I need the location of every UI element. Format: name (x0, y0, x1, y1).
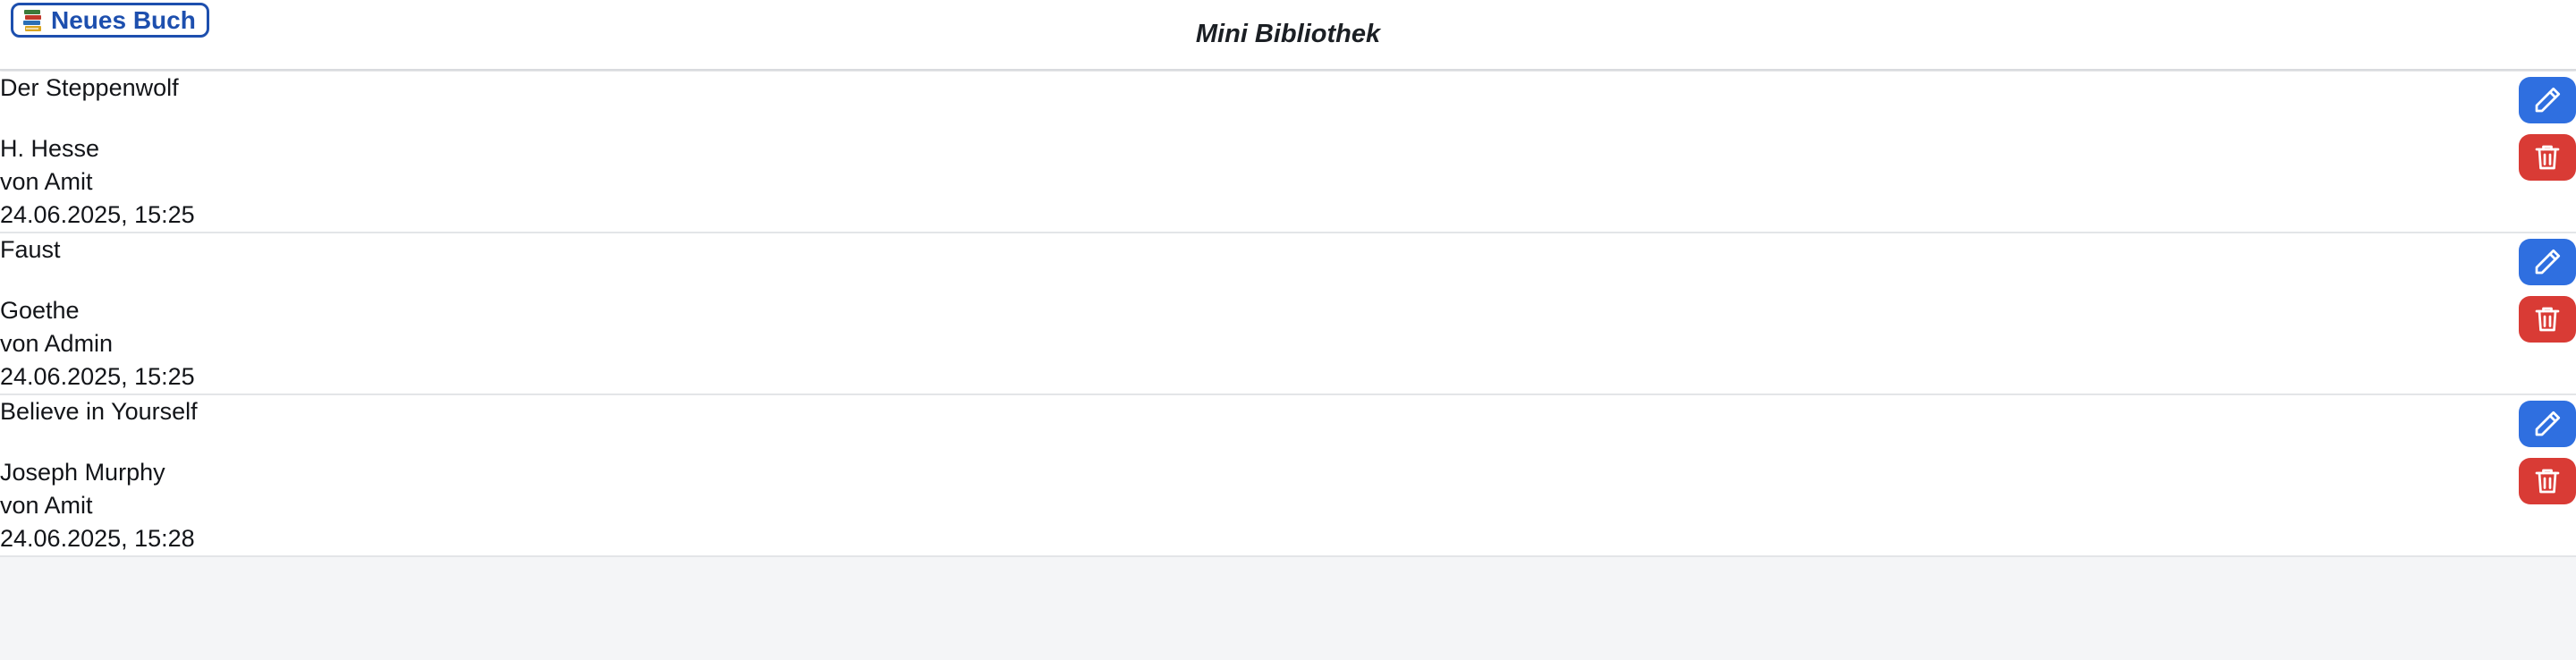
book-timestamp: 24.06.2025, 15:28 (0, 525, 195, 552)
book-details: Faust Goethe von Admin 24.06.2025, 15:25 (0, 233, 195, 393)
book-row: Der Steppenwolf H. Hesse von Amit 24.06.… (0, 72, 2576, 233)
app-header: Neues Buch Mini Bibliothek (0, 0, 2576, 71)
book-timestamp: 24.06.2025, 15:25 (0, 201, 195, 228)
row-actions (2519, 401, 2576, 504)
delete-button[interactable] (2519, 134, 2576, 181)
book-row: Believe in Yourself Joseph Murphy von Am… (0, 395, 2576, 557)
row-actions (2519, 239, 2576, 343)
book-list: Der Steppenwolf H. Hesse von Amit 24.06.… (0, 72, 2576, 557)
page-title: Mini Bibliothek (1195, 20, 1381, 48)
book-author: Joseph Murphy (0, 459, 165, 486)
trash-icon (2535, 469, 2560, 494)
book-row: Faust Goethe von Admin 24.06.2025, 15:25 (0, 233, 2576, 395)
book-owner: von Admin (0, 330, 114, 357)
book-author: H. Hesse (0, 135, 100, 162)
book-details: Der Steppenwolf H. Hesse von Amit 24.06.… (0, 72, 195, 232)
trash-icon (2535, 145, 2560, 170)
book-details: Believe in Yourself Joseph Murphy von Am… (0, 395, 198, 555)
edit-button[interactable] (2519, 239, 2576, 285)
app-root: Neues Buch Mini Bibliothek Der Steppenwo… (0, 0, 2576, 660)
book-title: Believe in Yourself (0, 398, 198, 425)
edit-button[interactable] (2519, 77, 2576, 123)
pencil-icon (2535, 249, 2561, 275)
pencil-icon (2535, 87, 2561, 113)
row-actions (2519, 77, 2576, 181)
book-timestamp: 24.06.2025, 15:25 (0, 363, 195, 390)
delete-button[interactable] (2519, 296, 2576, 343)
book-owner: von Amit (0, 492, 93, 519)
edit-button[interactable] (2519, 401, 2576, 447)
book-title: Faust (0, 236, 61, 263)
delete-button[interactable] (2519, 458, 2576, 504)
book-title: Der Steppenwolf (0, 74, 179, 101)
book-owner: von Amit (0, 168, 93, 195)
book-author: Goethe (0, 297, 80, 324)
pencil-icon (2535, 410, 2561, 436)
trash-icon (2535, 307, 2560, 332)
